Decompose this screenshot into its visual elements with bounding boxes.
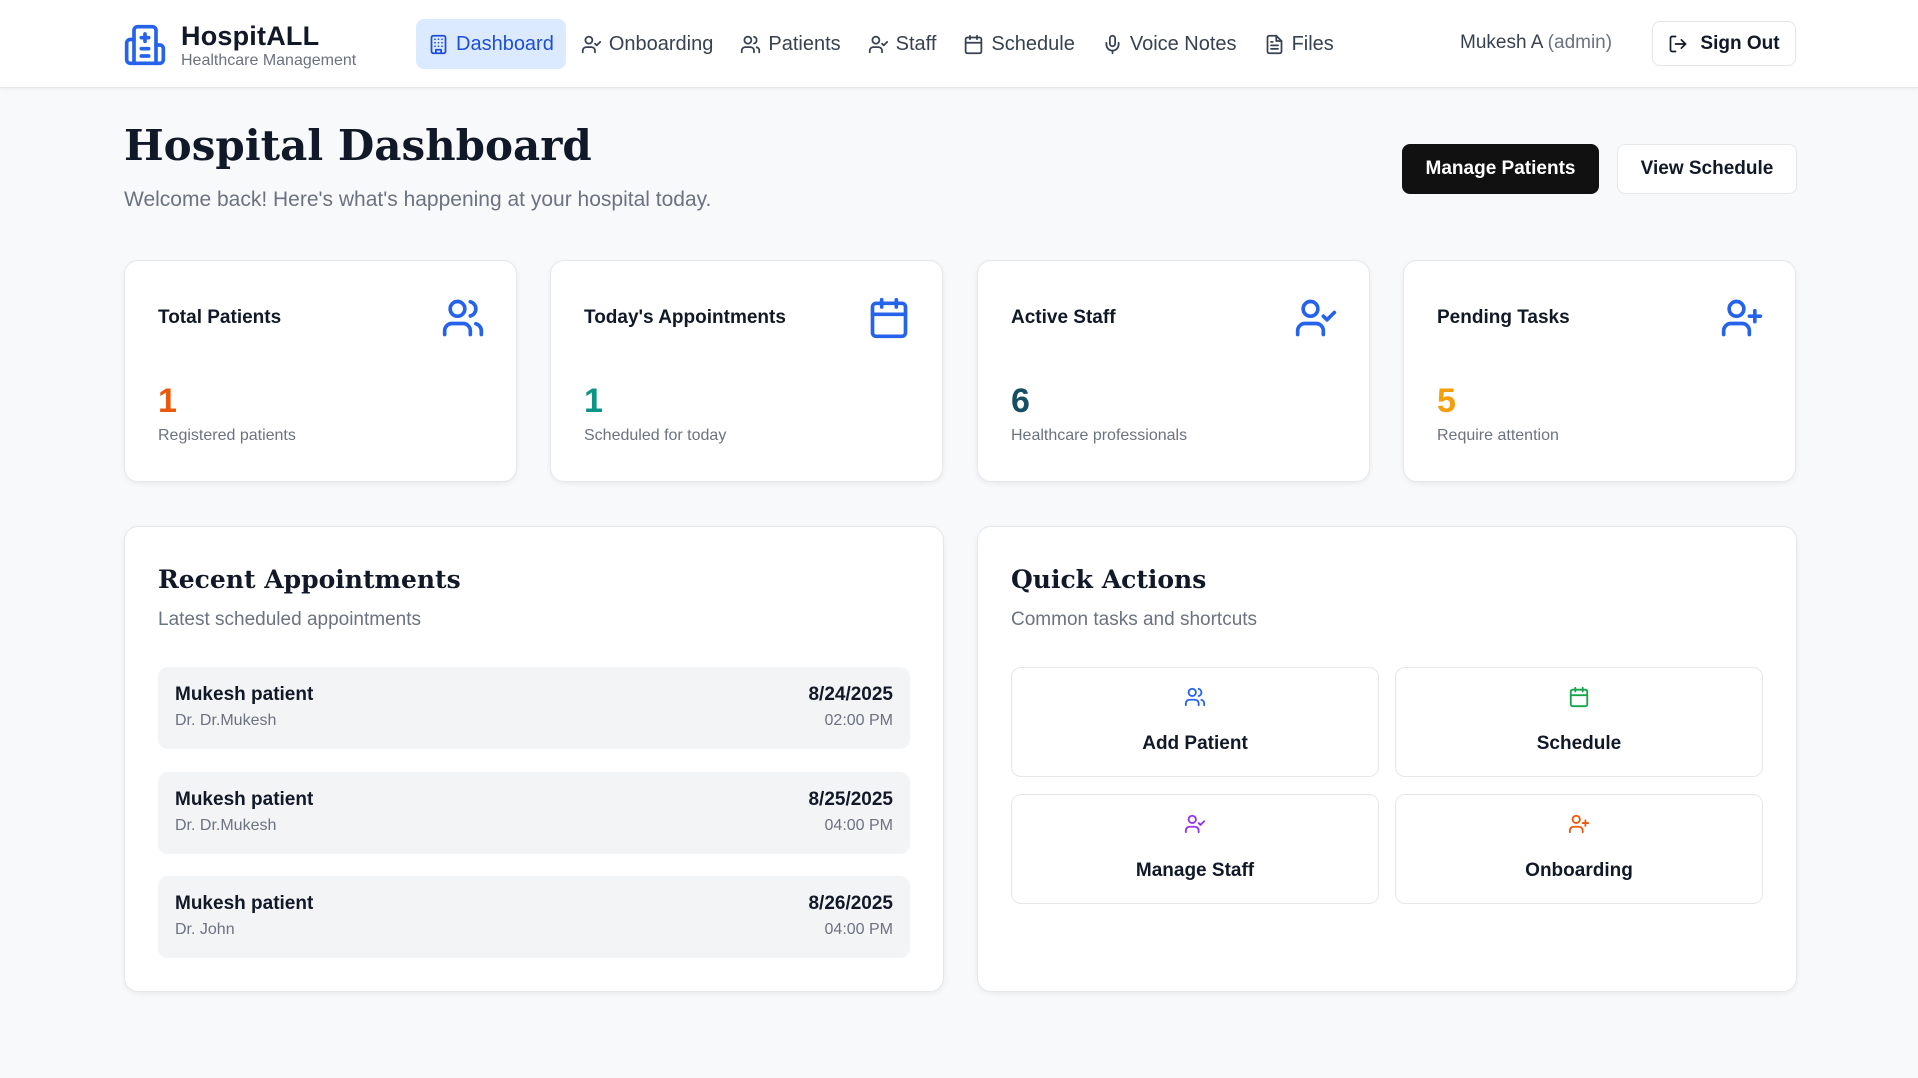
add-patient-label: Add Patient: [1142, 733, 1248, 754]
quick-actions-panel: Quick Actions Common tasks and shortcuts…: [977, 526, 1797, 992]
manage-staff-button[interactable]: Manage Staff: [1011, 794, 1379, 904]
appointment-item[interactable]: Mukesh patient Dr. John 8/26/2025 04:00 …: [158, 876, 910, 958]
view-schedule-button[interactable]: View Schedule: [1617, 144, 1797, 194]
stat-description: Registered patients: [158, 427, 296, 444]
stat-card-total-patients: Total Patients 1 Registered patients: [124, 260, 517, 482]
recent-appointments-panel: Recent Appointments Latest scheduled app…: [124, 526, 944, 992]
appointment-time: 02:00 PM: [824, 712, 893, 729]
manage-staff-label: Manage Staff: [1135, 860, 1255, 881]
user-check-icon: [581, 35, 601, 53]
page-title: Hospital Dashboard: [124, 121, 592, 170]
quick-actions-title: Quick Actions: [1011, 565, 1207, 594]
stat-label: Active Staff: [1011, 307, 1116, 328]
users-icon: [1184, 686, 1206, 708]
app-name: HospitALL: [181, 21, 320, 51]
add-patient-button[interactable]: Add Patient: [1011, 667, 1379, 777]
stat-description: Require attention: [1437, 427, 1559, 444]
calendar-icon: [965, 34, 983, 54]
quick-actions-subtitle: Common tasks and shortcuts: [1011, 609, 1258, 630]
stat-value: 5: [1437, 382, 1456, 420]
user-plus-icon: [1720, 296, 1764, 340]
schedule-button[interactable]: Schedule: [1395, 667, 1763, 777]
nav-schedule[interactable]: Schedule: [951, 19, 1086, 69]
nav-patients[interactable]: Patients: [728, 19, 852, 69]
user-info: Mukesh A (admin): [1460, 30, 1612, 56]
brand[interactable]: HospitALL Healthcare Management: [123, 20, 356, 70]
stat-description: Scheduled for today: [584, 427, 727, 444]
stat-card-active-staff: Active Staff 6 Healthcare professionals: [977, 260, 1370, 482]
appointment-patient: Mukesh patient: [175, 893, 314, 914]
stat-value: 6: [1011, 382, 1030, 420]
calendar-icon: [867, 296, 911, 340]
nav-onboarding-label: Onboarding: [608, 32, 714, 55]
manage-patients-button[interactable]: Manage Patients: [1402, 144, 1599, 194]
stat-card-todays-appointments: Today's Appointments 1 Scheduled for tod…: [550, 260, 943, 482]
sign-out-button[interactable]: Sign Out: [1652, 21, 1796, 66]
onboarding-label: Onboarding: [1525, 860, 1633, 881]
mic-icon: [1105, 34, 1120, 54]
sign-out-label: Sign Out: [1700, 32, 1780, 54]
page-subtitle: Welcome back! Here's what's happening at…: [124, 188, 712, 211]
nav-patients-label: Patients: [768, 32, 841, 55]
nav-voice-notes[interactable]: Voice Notes: [1090, 19, 1249, 69]
file-icon: [1266, 34, 1282, 54]
user-check-icon: [1184, 813, 1206, 835]
stat-label: Total Patients: [158, 307, 282, 328]
hospital-icon: [123, 23, 167, 67]
stat-label: Today's Appointments: [584, 307, 786, 328]
calendar-icon: [1568, 686, 1590, 708]
users-icon: [441, 296, 485, 340]
stat-value: 1: [158, 382, 177, 420]
nav-onboarding[interactable]: Onboarding: [569, 19, 726, 69]
nav-dashboard[interactable]: Dashboard: [416, 19, 566, 69]
appointment-time: 04:00 PM: [824, 921, 893, 938]
schedule-label: Schedule: [1536, 733, 1622, 754]
appointment-doctor: Dr. John: [175, 921, 235, 938]
user-plus-icon: [1568, 813, 1590, 835]
appointment-doctor: Dr. Dr.Mukesh: [175, 712, 277, 729]
user-check-icon: [1294, 296, 1338, 340]
appointment-item[interactable]: Mukesh patient Dr. Dr.Mukesh 8/25/2025 0…: [158, 772, 910, 854]
stat-label: Pending Tasks: [1437, 307, 1570, 328]
user-check-icon: [868, 35, 888, 53]
stat-value: 1: [584, 382, 603, 420]
appointment-doctor: Dr. Dr.Mukesh: [175, 817, 277, 834]
appointment-item[interactable]: Mukesh patient Dr. Dr.Mukesh 8/24/2025 0…: [158, 667, 910, 749]
nav-schedule-label: Schedule: [991, 32, 1075, 55]
onboarding-button[interactable]: Onboarding: [1395, 794, 1763, 904]
appointment-time: 04:00 PM: [824, 817, 893, 834]
appointment-date: 8/26/2025: [808, 893, 893, 914]
stat-card-pending-tasks: Pending Tasks 5 Require attention: [1403, 260, 1796, 482]
appointment-patient: Mukesh patient: [175, 789, 314, 810]
appointment-date: 8/25/2025: [808, 789, 893, 810]
recent-appointments-title: Recent Appointments: [158, 565, 461, 594]
main-nav: Dashboard Onboarding Patients Staff Sche…: [416, 19, 1349, 69]
user-name: Mukesh A: [1460, 32, 1543, 53]
users-icon: [741, 35, 761, 53]
nav-staff[interactable]: Staff: [856, 19, 949, 69]
log-out-icon: [1670, 35, 1687, 52]
building-icon: [430, 34, 447, 54]
top-header: HospitALL Healthcare Management Dashboar…: [0, 0, 1918, 88]
appointment-patient: Mukesh patient: [175, 684, 314, 705]
recent-appointments-subtitle: Latest scheduled appointments: [158, 609, 422, 630]
nav-voice-notes-label: Voice Notes: [1129, 32, 1237, 55]
stat-description: Healthcare professionals: [1011, 427, 1188, 444]
app-subtitle: Healthcare Management: [181, 52, 357, 69]
appointment-date: 8/24/2025: [808, 684, 893, 705]
nav-files-label: Files: [1291, 32, 1334, 55]
user-role: (admin): [1547, 32, 1613, 53]
nav-files[interactable]: Files: [1252, 19, 1346, 69]
nav-staff-label: Staff: [895, 32, 937, 55]
nav-dashboard-label: Dashboard: [456, 32, 554, 55]
